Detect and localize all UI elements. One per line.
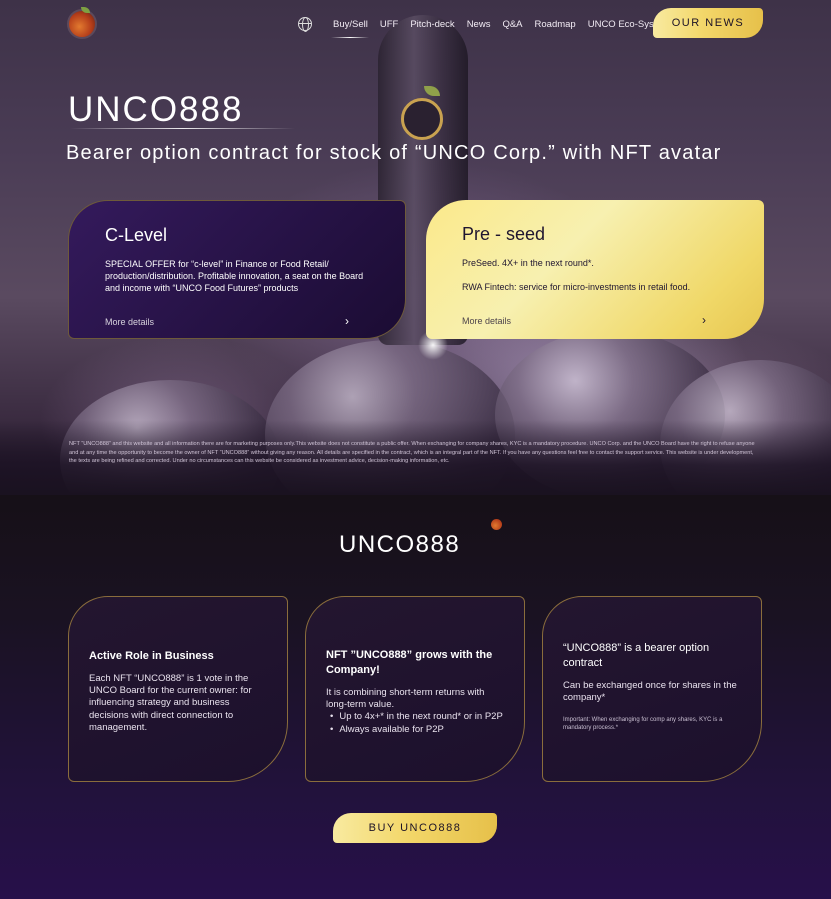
card-text: PreSeed. 4X+ in the next round*. xyxy=(462,258,594,268)
feature-text: Each NFT “UNCO888” is 1 vote in the UNCO… xyxy=(89,673,252,733)
card-title: C-Level xyxy=(105,225,168,245)
offer-card-pre-seed[interactable]: Pre - seed PreSeed. 4X+ in the next roun… xyxy=(426,200,764,339)
more-details-link[interactable]: More details xyxy=(462,316,511,326)
apple-icon xyxy=(491,519,502,530)
nav-pitch-deck[interactable]: Pitch-deck xyxy=(410,19,454,30)
nav-buy-sell[interactable]: Buy/Sell xyxy=(331,19,369,38)
logo-apple-icon[interactable] xyxy=(67,7,97,39)
our-news-button[interactable]: OUR NEWS xyxy=(653,8,763,38)
chevron-right-icon[interactable]: › xyxy=(345,314,349,328)
card-text: SPECIAL OFFER for “c-level” in Finance o… xyxy=(105,259,364,293)
bullet-item: Up to 4x+* in the next round* or in P2P xyxy=(330,711,504,723)
card-text: RWA Fintech: service for micro-investmen… xyxy=(462,282,691,292)
rocket-window xyxy=(401,98,443,140)
disclaimer-text: NFT “UNCO888” and this website and all i… xyxy=(69,441,755,464)
globe-icon[interactable] xyxy=(298,17,312,32)
chevron-right-icon[interactable]: › xyxy=(702,313,706,327)
feature-card-grows: NFT ”UNCO888” grows with the Company! It… xyxy=(305,596,525,782)
nav-uff[interactable]: UFF xyxy=(380,19,398,30)
feature-text: Can be exchanged once for shares in the … xyxy=(563,680,737,704)
feature-card-bearer-option: “UNCO888” is a bearer option contract Ca… xyxy=(542,596,762,782)
buy-unco888-button[interactable]: BUY UNCO888 xyxy=(333,813,497,843)
nav-roadmap[interactable]: Roadmap xyxy=(535,19,576,30)
feature-text: It is combining short-term returns with … xyxy=(326,687,485,711)
card-title: Pre - seed xyxy=(462,224,546,244)
nav-news[interactable]: News xyxy=(467,19,491,30)
hero-title: UNCO888 xyxy=(68,90,244,129)
feature-card-active-role: Active Role in Business Each NFT “UNCO88… xyxy=(68,596,288,782)
nav-qa[interactable]: Q&A xyxy=(502,19,522,30)
feature-title: NFT ”UNCO888” grows with the Company! xyxy=(326,649,493,676)
offer-card-c-level[interactable]: C-Level SPECIAL OFFER for “c-level” in F… xyxy=(68,200,406,339)
feature-title: Active Role in Business xyxy=(89,650,214,662)
main-nav: Buy/Sell UFF Pitch-deck News Q&A Roadmap… xyxy=(298,17,682,38)
feature-title: “UNCO888” is a bearer option contract xyxy=(563,642,710,669)
bullet-item: Always available for P2P xyxy=(330,724,504,736)
more-details-link[interactable]: More details xyxy=(105,317,154,327)
title-underline xyxy=(70,128,295,129)
feature-note: Important: When exchanging for comp any … xyxy=(563,717,723,732)
hero-subtitle: Bearer option contract for stock of “UNC… xyxy=(66,142,722,164)
feature-bullets: Up to 4x+* in the next round* or in P2P … xyxy=(326,711,504,735)
brand-logo: UNCO888 xyxy=(339,531,461,558)
